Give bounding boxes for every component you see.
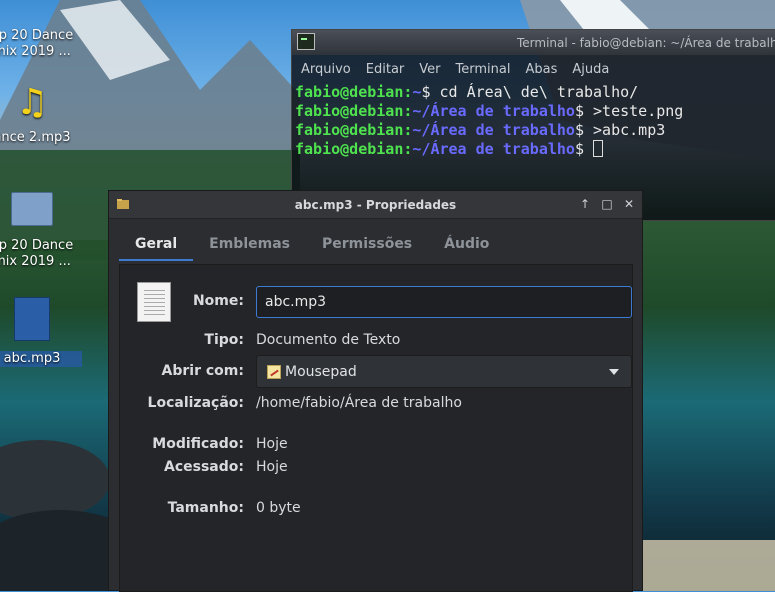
general-panel: Nome: Tipo: Documento de Texto Abrir com… bbox=[119, 264, 633, 592]
document-icon bbox=[14, 297, 50, 341]
dialog-tabs: Geral Emblemas Permissões Áudio bbox=[119, 218, 505, 261]
menu-ajuda[interactable]: Ajuda bbox=[572, 62, 609, 77]
label-modificado: Modificado: bbox=[152, 436, 244, 452]
properties-dialog[interactable]: abc.mp3 - Propriedades ↑ □ ✕ Geral Emble… bbox=[108, 190, 643, 592]
tab-audio[interactable]: Áudio bbox=[428, 218, 505, 261]
desktop-icon-abc-mp3[interactable]: abc.mp3 bbox=[0, 297, 82, 367]
open-with-value: Mousepad bbox=[285, 364, 357, 380]
value-localizacao: /home/fabio/Área de trabalho bbox=[256, 395, 462, 411]
command-text: $ >abc.mp3 bbox=[574, 121, 666, 139]
open-with-dropdown[interactable]: Mousepad bbox=[256, 355, 632, 388]
terminal-icon bbox=[297, 33, 315, 50]
terminal-line: fabio@debian:~/Área de trabalho$ >abc.mp… bbox=[295, 121, 775, 140]
desktop-icon-label: mix 2019 ... bbox=[0, 44, 71, 59]
value-tamanho: 0 byte bbox=[256, 500, 301, 516]
menu-arquivo[interactable]: Arquivo bbox=[301, 62, 351, 77]
terminal-line: fabio@debian:~$ cd Área\ de\ trabalho/ bbox=[295, 83, 775, 102]
desktop-icon-label: op 20 Dance bbox=[0, 238, 74, 253]
label-acessado: Acessado: bbox=[164, 459, 244, 475]
terminal-cursor bbox=[593, 140, 604, 157]
menu-ver[interactable]: Ver bbox=[419, 62, 440, 77]
desktop-icon-music[interactable]: ♫ ance 2.mp3 bbox=[0, 84, 82, 146]
desktop-icon-folder-2[interactable]: op 20 Dance mix 2019 ... bbox=[0, 192, 82, 270]
terminal-titlebar[interactable]: Terminal - fabio@debian: ~/Área de traba… bbox=[292, 30, 775, 55]
prompt-user: fabio@debian bbox=[295, 140, 404, 158]
command-text: $ >teste.png bbox=[574, 102, 684, 120]
terminal-line: fabio@debian:~/Área de trabalho$ bbox=[295, 140, 775, 159]
prompt-user: fabio@debian bbox=[295, 121, 404, 139]
value-modificado: Hoje bbox=[256, 436, 288, 452]
terminal-line: fabio@debian:~/Área de trabalho$ >teste.… bbox=[295, 102, 775, 121]
desktop-icon-folder-1[interactable]: op 20 Dance mix 2019 ... bbox=[0, 0, 82, 60]
value-acessado: Hoje bbox=[256, 459, 288, 475]
tab-emblemas[interactable]: Emblemas bbox=[193, 218, 306, 261]
menu-terminal[interactable]: Terminal bbox=[456, 62, 511, 77]
terminal-screen[interactable]: fabio@debian:~$ cd Área\ de\ trabalho/fa… bbox=[292, 83, 775, 159]
maximize-button[interactable]: □ bbox=[599, 196, 615, 212]
dialog-titlebar[interactable]: abc.mp3 - Propriedades ↑ □ ✕ bbox=[109, 191, 642, 219]
label-tipo: Tipo: bbox=[204, 332, 244, 348]
name-input[interactable] bbox=[256, 286, 632, 318]
desktop-icon-label: abc.mp3 bbox=[0, 351, 82, 367]
prompt-path: ~/Área de trabalho bbox=[412, 121, 575, 139]
label-abrir-com: Abrir com: bbox=[161, 363, 244, 379]
menu-abas[interactable]: Abas bbox=[525, 62, 557, 77]
tab-permissoes[interactable]: Permissões bbox=[306, 218, 428, 261]
command-text: $ cd Área\ de\ trabalho/ bbox=[421, 83, 639, 101]
menu-editar[interactable]: Editar bbox=[366, 62, 405, 77]
prompt-path: ~/Área de trabalho bbox=[412, 102, 575, 120]
label-tamanho: Tamanho: bbox=[167, 500, 244, 516]
label-localizacao: Localização: bbox=[147, 395, 244, 411]
value-tipo: Documento de Texto bbox=[256, 332, 401, 348]
desktop-icon-label: op 20 Dance bbox=[0, 28, 74, 43]
command-text: $ bbox=[574, 140, 594, 158]
prompt-user: fabio@debian bbox=[295, 102, 404, 120]
close-button[interactable]: ✕ bbox=[621, 196, 637, 212]
prompt-path: ~/Área de trabalho bbox=[412, 140, 575, 158]
label-nome: Nome: bbox=[192, 293, 244, 309]
terminal-title: Terminal - fabio@debian: ~/Área de traba… bbox=[517, 36, 775, 50]
dialog-title: abc.mp3 - Propriedades bbox=[294, 198, 457, 212]
maximize-up-button[interactable]: ↑ bbox=[577, 196, 593, 212]
chevron-down-icon bbox=[609, 369, 619, 375]
music-note-icon: ♫ bbox=[15, 82, 49, 123]
mousepad-icon bbox=[267, 365, 281, 379]
tab-geral[interactable]: Geral bbox=[119, 218, 194, 261]
desktop-icon-label: mix 2019 ... bbox=[0, 254, 71, 269]
terminal-menubar: Arquivo Editar Ver Terminal Abas Ajuda bbox=[292, 55, 775, 83]
prompt-user: fabio@debian bbox=[295, 83, 404, 101]
folder-icon bbox=[11, 192, 53, 226]
desktop-icon-label: ance 2.mp3 bbox=[0, 130, 71, 145]
